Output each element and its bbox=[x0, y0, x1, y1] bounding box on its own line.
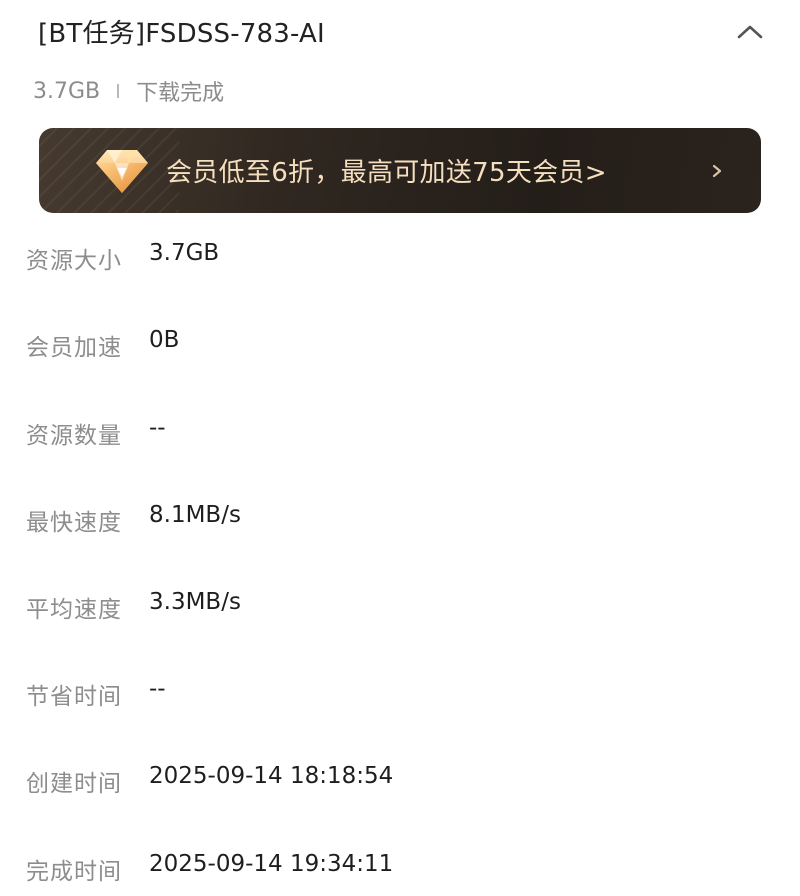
detail-row-average-speed: 平均速度 3.3MB/s bbox=[0, 586, 800, 626]
detail-row-time-saved: 节省时间 -- bbox=[0, 673, 800, 713]
task-detail-page: [BT任务]FSDSS-783-AI 3.7GB 下载完成 会员低至6折，最高可… bbox=[0, 0, 800, 896]
task-header: [BT任务]FSDSS-783-AI bbox=[0, 0, 800, 70]
detail-label: 节省时间 bbox=[26, 684, 122, 710]
chevron-right-icon bbox=[712, 164, 722, 178]
chevron-up-icon bbox=[737, 25, 763, 39]
detail-label: 创建时间 bbox=[26, 771, 122, 797]
detail-value: 3.3MB/s bbox=[149, 589, 241, 615]
detail-row-resource-size: 资源大小 3.7GB bbox=[0, 237, 800, 277]
detail-label: 平均速度 bbox=[26, 597, 122, 623]
detail-row-completed-time: 完成时间 2025-09-14 19:34:11 bbox=[0, 848, 800, 888]
detail-value: -- bbox=[149, 415, 166, 441]
detail-row-created-time: 创建时间 2025-09-14 18:18:54 bbox=[0, 760, 800, 800]
collapse-button[interactable] bbox=[728, 14, 772, 50]
detail-value: 8.1MB/s bbox=[149, 502, 241, 528]
detail-row-vip-acceleration: 会员加速 0B bbox=[0, 324, 800, 364]
detail-value: 2025-09-14 18:18:54 bbox=[149, 763, 394, 789]
detail-value: 2025-09-14 19:34:11 bbox=[149, 851, 394, 877]
vip-promo-text: 会员低至6折，最高可加送75天会员> bbox=[166, 158, 607, 188]
divider bbox=[117, 84, 120, 98]
task-status: 下载完成 bbox=[136, 81, 225, 106]
detail-label: 资源数量 bbox=[26, 423, 122, 449]
task-title: [BT任务]FSDSS-783-AI bbox=[38, 19, 325, 49]
detail-row-resource-count: 资源数量 -- bbox=[0, 412, 800, 452]
detail-value: -- bbox=[149, 676, 166, 702]
detail-value: 3.7GB bbox=[149, 240, 220, 266]
detail-label: 会员加速 bbox=[26, 335, 122, 361]
task-summary: 3.7GB 下载完成 bbox=[33, 76, 225, 107]
task-size: 3.7GB bbox=[33, 78, 101, 104]
detail-label: 最快速度 bbox=[26, 510, 122, 536]
detail-value: 0B bbox=[149, 327, 180, 353]
diamond-icon bbox=[96, 150, 148, 193]
detail-label: 完成时间 bbox=[26, 859, 122, 885]
detail-row-max-speed: 最快速度 8.1MB/s bbox=[0, 499, 800, 539]
detail-label: 资源大小 bbox=[26, 248, 122, 274]
vip-promo-banner[interactable]: 会员低至6折，最高可加送75天会员> bbox=[39, 128, 761, 213]
